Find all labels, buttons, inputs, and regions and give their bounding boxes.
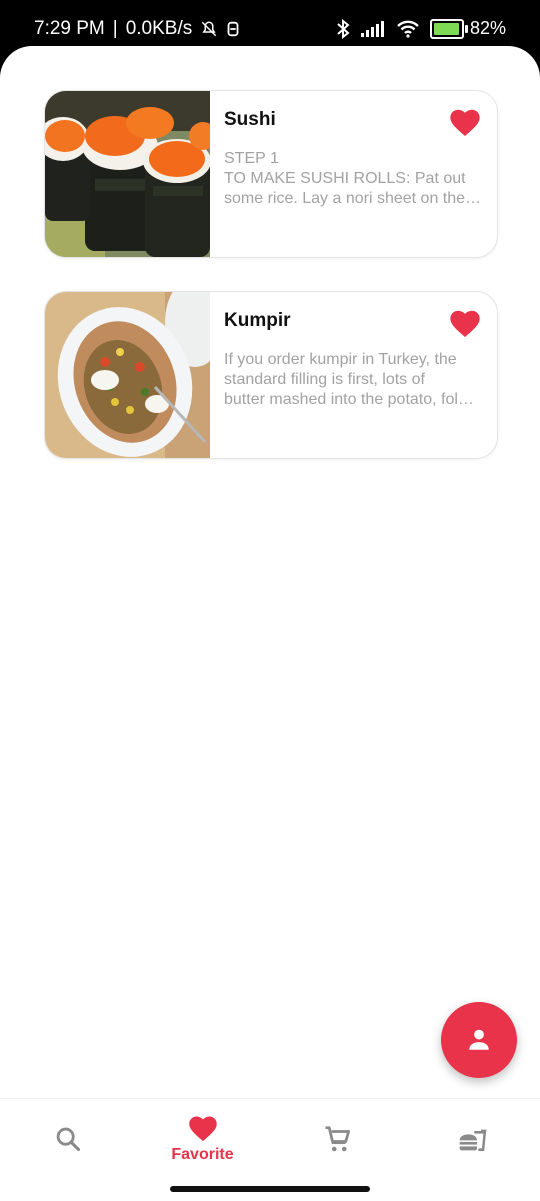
recipe-description: STEP 1 TO MAKE SUSHI ROLLS: Pat out some…: [224, 149, 486, 209]
bluetooth-icon: [336, 18, 350, 39]
description-line: TO MAKE SUSHI ROLLS: Pat out: [224, 170, 466, 187]
unfavorite-button[interactable]: [449, 107, 481, 137]
status-time: 7:29 PM: [34, 18, 105, 39]
status-network-speed: 0.0KB/s: [125, 18, 193, 39]
heart-icon: [188, 1116, 217, 1142]
favorite-card-kumpir[interactable]: Kumpir If you order kumpir in Turkey, th…: [44, 291, 498, 459]
battery-percent: 82%: [469, 18, 506, 38]
nav-favorite[interactable]: Favorite: [135, 1099, 270, 1179]
status-separator: |: [112, 18, 118, 39]
status-right: 82%: [336, 18, 506, 39]
nav-cart[interactable]: [270, 1099, 405, 1179]
battery-icon: [429, 18, 468, 39]
heart-icon: [450, 109, 480, 136]
nav-search[interactable]: [0, 1099, 135, 1179]
status-left: 7:29 PM | 0.0KB/s: [34, 18, 240, 40]
description-line: STEP 1: [224, 150, 279, 167]
nav-food[interactable]: [405, 1099, 540, 1179]
description-line: some rice. Lay a nori sheet on the…: [224, 190, 482, 207]
description-line: butter mashed into the potato, fol…: [224, 391, 474, 408]
cart-icon: [325, 1126, 350, 1152]
battery-indicator: 82%: [429, 18, 506, 39]
fastfood-icon: [459, 1124, 486, 1151]
person-icon: [469, 1029, 489, 1050]
recipe-image-kumpir: [45, 292, 210, 458]
nav-favorite-label: Favorite: [171, 1146, 234, 1163]
profile-fab-button[interactable]: [441, 1002, 517, 1078]
favorite-card-sushi[interactable]: Sushi STEP 1 TO MAKE SUSHI ROLLS: Pat ou…: [44, 90, 498, 258]
recipe-image-sushi: [45, 91, 210, 257]
description-line: standard filling is first, lots of: [224, 371, 425, 388]
description-line: If you order kumpir in Turkey, the: [224, 351, 457, 368]
notifications-off-icon: [200, 20, 218, 38]
home-indicator[interactable]: [170, 1186, 370, 1192]
recipe-title: Kumpir: [224, 310, 291, 331]
signal-icon: [360, 20, 386, 38]
data-saver-icon: [226, 20, 240, 38]
heart-icon: [450, 310, 480, 337]
search-icon: [56, 1127, 80, 1152]
recipe-title: Sushi: [224, 109, 276, 130]
wifi-icon: [396, 20, 420, 38]
unfavorite-button[interactable]: [449, 308, 481, 338]
recipe-description: If you order kumpir in Turkey, the stand…: [224, 350, 486, 410]
